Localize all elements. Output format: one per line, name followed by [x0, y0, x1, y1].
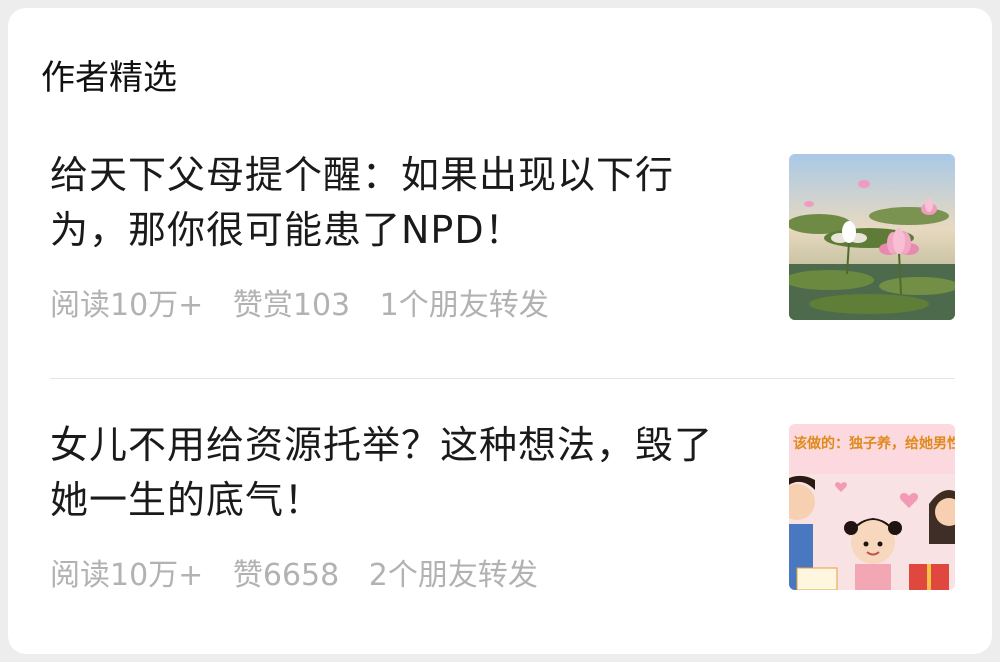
section-title: 作者精选 [41, 58, 177, 98]
article-item[interactable]: 给天下父母提个醒：如果出现以下行为，那你很可能患了NPD！ 阅读10万+ 赞赏1… [50, 146, 955, 346]
read-count: 阅读10万+ [50, 558, 204, 593]
article-meta: 阅读10万+ 赞赏103 1个朋友转发 [50, 288, 569, 324]
share-count: 2个朋友转发 [368, 558, 538, 593]
lotus-pond-thumbnail[interactable] [789, 154, 955, 320]
read-count: 阅读10万+ [50, 288, 204, 323]
article-item[interactable]: 女儿不用给资源托举？这种想法，毁了她一生的底气！ 阅读10万+ 赞6658 2个… [50, 416, 955, 616]
family-cartoon-thumbnail[interactable]: 该做的：独子养，给她男性专属资 [789, 424, 955, 590]
share-count: 1个朋友转发 [379, 288, 549, 323]
article-meta: 阅读10万+ 赞6658 2个朋友转发 [50, 558, 558, 594]
selected-articles-card: 作者精选 给天下父母提个醒：如果出现以下行为，那你很可能患了NPD！ 阅读10万… [8, 8, 992, 654]
reward-count: 赞赏103 [232, 288, 351, 323]
divider [50, 378, 955, 379]
like-count: 赞6658 [232, 558, 340, 593]
article-title[interactable]: 给天下父母提个醒：如果出现以下行为，那你很可能患了NPD！ [50, 148, 750, 258]
thumbnail-caption: 该做的：独子养，给她男性专属资 [793, 435, 955, 451]
article-title[interactable]: 女儿不用给资源托举？这种想法，毁了她一生的底气！ [50, 418, 750, 528]
